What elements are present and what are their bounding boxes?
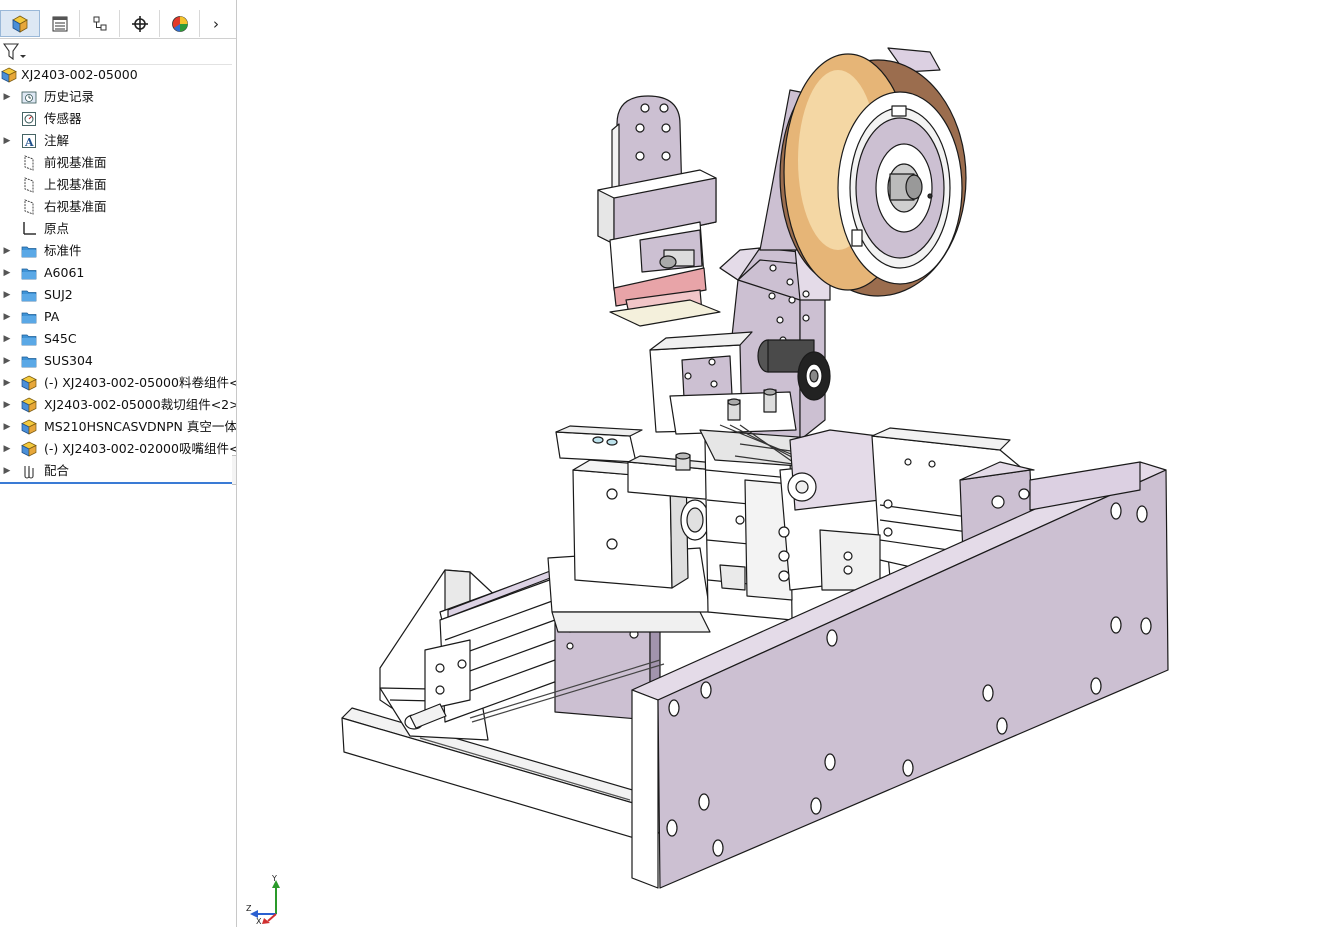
subassembly-icon bbox=[21, 397, 37, 413]
origin-icon bbox=[21, 221, 37, 237]
plane-icon bbox=[21, 199, 37, 215]
display-manager-icon bbox=[171, 15, 188, 32]
tree-item-label: 传感器 bbox=[44, 111, 82, 126]
tree-item-label: (-) XJ2403-002-02000吸嘴组件<1 bbox=[44, 441, 237, 456]
tree-item-label: 上视基准面 bbox=[44, 177, 107, 192]
tab-property-manager[interactable] bbox=[40, 10, 80, 37]
tree-item-label: 配合 bbox=[44, 463, 70, 478]
folder-icon bbox=[21, 353, 37, 369]
assembly-model bbox=[341, 47, 1169, 889]
filter-icon[interactable] bbox=[3, 43, 27, 61]
tab-configuration-manager[interactable] bbox=[80, 10, 120, 37]
mid-slide-block bbox=[547, 425, 727, 633]
tree-item[interactable]: ▶ 标准件 bbox=[0, 240, 236, 262]
tab-display-manager[interactable] bbox=[160, 10, 200, 37]
graphics-viewport[interactable] bbox=[237, 0, 1326, 927]
svg-text:A: A bbox=[24, 136, 34, 149]
configuration-manager-icon bbox=[93, 16, 106, 30]
tree-item[interactable]: ▶ SUJ2 bbox=[0, 284, 236, 306]
tab-scroll-right-button[interactable]: › bbox=[200, 10, 232, 37]
tree-item[interactable]: 右视基准面 bbox=[0, 196, 236, 218]
subassembly-icon bbox=[21, 441, 37, 457]
tree-item-label: MS210HSNCASVDNPN 真空一体 bbox=[44, 419, 237, 434]
tape-reel bbox=[779, 53, 967, 297]
tree-item[interactable]: ▶ 历史记录 bbox=[0, 86, 236, 108]
expand-arrow-icon[interactable]: ▶ bbox=[2, 350, 12, 372]
folder-icon bbox=[21, 243, 37, 259]
tree-item[interactable]: ▶ MS210HSNCASVDNPN 真空一体 bbox=[0, 416, 236, 438]
subassembly-icon bbox=[21, 375, 37, 391]
tree-item[interactable]: ▶ 配合 bbox=[0, 460, 236, 482]
tree-item-label: SUS304 bbox=[44, 353, 93, 368]
tree-item-label: 注解 bbox=[44, 133, 70, 148]
history-folder-icon bbox=[21, 89, 37, 105]
expand-arrow-icon[interactable]: ▶ bbox=[2, 394, 12, 416]
tree-item[interactable]: 前视基准面 bbox=[0, 152, 236, 174]
expand-arrow-icon[interactable]: ▶ bbox=[2, 284, 12, 306]
expand-arrow-icon[interactable]: ▶ bbox=[2, 86, 12, 108]
tree-item-label: 标准件 bbox=[44, 243, 82, 258]
tree-item-label: 右视基准面 bbox=[44, 199, 107, 214]
tree-item-label: PA bbox=[44, 309, 60, 324]
tree-item-label: 前视基准面 bbox=[44, 155, 107, 170]
expand-arrow-icon[interactable]: ▶ bbox=[2, 240, 12, 262]
expand-arrow-icon[interactable]: ▶ bbox=[2, 328, 12, 350]
tree-root-item[interactable]: XJ2403-002-05000 bbox=[0, 64, 236, 86]
tree-item-label: 历史记录 bbox=[44, 89, 95, 104]
feature-manager-panel: › XJ2403-002-05000 ▶ 历史记录传感器 ▶ A 注解前视基准面上视基准面… bbox=[0, 0, 237, 927]
tree-item-label: (-) XJ2403-002-05000料卷组件<1 bbox=[44, 375, 237, 390]
tree-item[interactable]: ▶ (-) XJ2403-002-05000料卷组件<1 bbox=[0, 372, 236, 394]
property-manager-icon bbox=[52, 16, 67, 31]
rollback-bar[interactable] bbox=[0, 482, 234, 484]
tree-item[interactable]: 原点 bbox=[0, 218, 236, 240]
tree-item-label: XJ2403-002-05000 bbox=[21, 67, 138, 82]
expand-arrow-icon[interactable]: ▶ bbox=[2, 416, 12, 438]
expand-arrow-icon[interactable]: ▶ bbox=[2, 372, 12, 394]
tree-item-label: S45C bbox=[44, 331, 77, 346]
tree-item-label: 原点 bbox=[44, 221, 70, 236]
triad-z-label: Z bbox=[246, 904, 252, 913]
tab-dimxpert[interactable] bbox=[120, 10, 160, 37]
tree-item-label: XJ2403-002-05000裁切组件<2> bbox=[44, 397, 237, 412]
manager-tabs: › bbox=[0, 10, 236, 39]
folder-icon bbox=[21, 331, 37, 347]
coordinate-triad: Y Z X bbox=[246, 874, 280, 924]
base-plate bbox=[341, 707, 663, 843]
annotations-icon: A bbox=[21, 133, 37, 149]
expand-arrow-icon[interactable]: ▶ bbox=[2, 438, 12, 460]
tree-item-label: A6061 bbox=[44, 265, 85, 280]
tree-item[interactable]: ▶ PA bbox=[0, 306, 236, 328]
feature-tree: XJ2403-002-05000 ▶ 历史记录传感器 ▶ A 注解前视基准面上视基准面右视… bbox=[0, 64, 236, 482]
mates-icon bbox=[21, 463, 37, 479]
sensor-icon bbox=[21, 111, 37, 127]
triad-x-label: X bbox=[256, 917, 262, 924]
subassembly-icon bbox=[21, 419, 37, 435]
tree-item[interactable]: ▶ A 注解 bbox=[0, 130, 236, 152]
tree-item[interactable]: 传感器 bbox=[0, 108, 236, 130]
feature-manager-icon bbox=[12, 15, 28, 33]
expand-arrow-icon[interactable]: ▶ bbox=[2, 262, 12, 284]
folder-icon bbox=[21, 287, 37, 303]
assembly-icon bbox=[1, 67, 17, 83]
expand-arrow-icon[interactable]: ▶ bbox=[2, 130, 12, 152]
tab-feature-manager[interactable] bbox=[0, 10, 40, 37]
suction-head bbox=[597, 95, 721, 327]
expand-arrow-icon[interactable]: ▶ bbox=[2, 306, 12, 328]
expand-arrow-icon[interactable]: ▶ bbox=[2, 460, 12, 482]
tree-filter-row bbox=[0, 40, 232, 65]
folder-icon bbox=[21, 309, 37, 325]
tree-item[interactable]: ▶ (-) XJ2403-002-02000吸嘴组件<1 bbox=[0, 438, 236, 460]
tree-item[interactable]: ▶ S45C bbox=[0, 328, 236, 350]
tree-item[interactable]: ▶ A6061 bbox=[0, 262, 236, 284]
triad-y-label: Y bbox=[271, 874, 277, 883]
folder-icon bbox=[21, 265, 37, 281]
dimxpert-icon bbox=[131, 15, 148, 32]
tree-item[interactable]: ▶ XJ2403-002-05000裁切组件<2> bbox=[0, 394, 236, 416]
tree-item[interactable]: 上视基准面 bbox=[0, 174, 236, 196]
plane-icon bbox=[21, 177, 37, 193]
tree-item-label: SUJ2 bbox=[44, 287, 73, 302]
tree-item[interactable]: ▶ SUS304 bbox=[0, 350, 236, 372]
plane-icon bbox=[21, 155, 37, 171]
